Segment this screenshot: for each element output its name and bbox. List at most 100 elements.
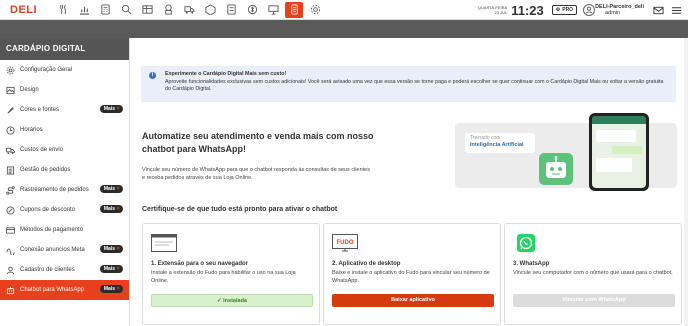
box-icon[interactable] xyxy=(201,2,219,18)
mais-badge: Mais xyxy=(99,245,123,253)
mail-icon[interactable] xyxy=(652,4,664,16)
sidebar-item-chatbot-para-whatsapp[interactable]: Chatbot para WhatsApp Mais xyxy=(0,280,129,300)
step-desc: Baixe e instale o aplicativo do Fudo par… xyxy=(332,270,490,284)
step-card-whatsapp: 3. WhatsApp Vincule seu computador com o… xyxy=(504,223,682,325)
step-title: 2. Aplicativo de desktop xyxy=(332,261,401,267)
money-icon[interactable] xyxy=(222,2,240,18)
step-card-desktop-app: FUDO 2. Aplicativo de desktop Baixe e in… xyxy=(323,223,501,325)
card-icon xyxy=(6,226,15,235)
installed-button[interactable]: ✓ Instalada xyxy=(151,294,313,307)
sidebar-item-conexao-anuncios-meta[interactable]: Conexão anuncios Meta Mais xyxy=(0,240,129,260)
hamburger-menu-icon[interactable] xyxy=(670,4,682,16)
sidebar-item-rastreamento-de-pedidos[interactable]: Rastreamento de pedidos Mais xyxy=(0,180,129,200)
download-app-button[interactable]: Baixar aplicativo xyxy=(332,294,494,307)
cashier-icon[interactable] xyxy=(96,2,114,18)
utensils-icon[interactable] xyxy=(54,2,72,18)
browser-extension-icon xyxy=(151,234,177,252)
whatsapp-icon xyxy=(513,234,539,252)
step-desc: Instale a extensão do Fudo para habilita… xyxy=(151,270,296,284)
main-content: i Experimente o Cardápio Digital Mais se… xyxy=(131,38,688,326)
sidebar-item-label: Cadastro de clientes xyxy=(20,267,75,273)
pro-badge[interactable]: ⚙ PRO xyxy=(551,5,578,15)
step-title: 3. WhatsApp xyxy=(513,261,550,267)
info-icon: i xyxy=(149,72,156,79)
link-whatsapp-button[interactable]: Vincular com WhatsApp xyxy=(513,294,675,307)
sidebar-item-label: Chatbot para WhatsApp xyxy=(20,287,85,293)
step-card-extension: 1. Extensão para o seu navegador Instale… xyxy=(142,223,320,325)
sidebar-item-metodos-de-pagamento[interactable]: Métodos de pagamento xyxy=(0,220,129,240)
sidebar-item-label: Métodos de pagamento xyxy=(20,227,84,233)
svg-text:FUDO: FUDO xyxy=(337,240,354,246)
percent-icon xyxy=(6,205,15,215)
sidebar-item-label: Cupons de desconto xyxy=(20,207,76,213)
gear-small-icon: ⚙ xyxy=(555,7,561,13)
sidebar-item-label: Rastreamento de pedidos xyxy=(20,187,89,193)
user-icon xyxy=(6,266,15,275)
table-icon[interactable] xyxy=(138,2,156,18)
sidebar-item-cadastro-de-clientes[interactable]: Cadastro de clientes Mais xyxy=(0,260,129,280)
sidebar-item-label: Gestão de pedidos xyxy=(20,167,71,173)
notice-body: Aproveite funcionalidades exclusivas sem… xyxy=(165,78,664,93)
qr-menu-icon[interactable] xyxy=(285,1,303,18)
step-desc: Vincule seu computador com o número que … xyxy=(513,270,673,276)
sidebar-item-label: Custos de envio xyxy=(20,147,64,153)
sparkle-icon xyxy=(116,266,120,272)
sparkle-icon xyxy=(116,186,120,192)
mais-badge: Mais xyxy=(99,205,123,213)
sidebar-item-cores-e-fontes[interactable]: Cores e fontes Mais xyxy=(0,100,129,120)
clock-icon xyxy=(6,125,15,135)
page-scrollbar[interactable] xyxy=(684,38,688,326)
sidebar-item-configuracao-geral[interactable]: Configuração Geral xyxy=(0,60,129,80)
sidebar-item-label: Configuração Geral xyxy=(20,67,73,73)
phone-chat-illustration xyxy=(589,113,649,191)
checklist-title: Certifique-se de que tudo está pronto pa… xyxy=(142,206,338,213)
search-icon[interactable] xyxy=(117,2,135,18)
deli-logo[interactable]: DELI xyxy=(10,4,44,16)
sparkle-icon xyxy=(116,206,120,212)
meta-icon xyxy=(6,246,15,255)
mais-badge: Mais xyxy=(99,105,123,113)
hero-title: Automatize seu atendimento e venda mais … xyxy=(142,131,374,154)
sparkle-icon xyxy=(116,106,120,112)
clock-time: 11:23 xyxy=(511,2,544,18)
route-icon xyxy=(6,185,15,195)
sparkle-icon xyxy=(116,246,120,252)
user-avatar-icon[interactable] xyxy=(583,4,596,16)
date-display: QUARTA-FEIRA 23 JUL xyxy=(477,5,508,15)
chart-icon[interactable] xyxy=(75,2,93,18)
top-toolbar: DELI QUARTA-FEIRA 23 JUL 11:23 ⚙ PRO DEL… xyxy=(0,0,688,20)
sidebar-item-design[interactable]: Design xyxy=(0,80,129,100)
sidebar-item-label: Design xyxy=(20,87,39,93)
robot-icon xyxy=(539,153,573,185)
mais-badge: Mais xyxy=(99,185,123,193)
hero-text: Vincule seu número de WhatsApp para que … xyxy=(142,167,370,181)
trial-notice: i Experimente o Cardápio Digital Mais se… xyxy=(141,66,676,102)
ai-promo-illustration: Treinado com Inteligência Artificial xyxy=(455,113,677,191)
mais-badge: Mais xyxy=(99,265,123,273)
step-title: 1. Extensão para o seu navegador xyxy=(151,261,249,267)
ai-bubble: Treinado com Inteligência Artificial xyxy=(465,133,535,153)
truck-icon xyxy=(6,146,15,155)
sidebar-title: CARDÁPIO DIGITAL xyxy=(0,38,129,60)
sidebar-item-horarios[interactable]: Horários xyxy=(0,120,129,140)
list-icon xyxy=(6,165,15,175)
gear-icon xyxy=(6,66,15,75)
chef-icon[interactable] xyxy=(159,2,177,18)
toolbar-icons xyxy=(54,1,327,18)
notice-title: Experimente o Cardápio Digital Mais sem … xyxy=(165,71,287,77)
delivery-truck-icon[interactable] xyxy=(180,2,198,18)
sidebar-item-label: Horários xyxy=(20,127,43,133)
robot-icon xyxy=(6,286,15,295)
monitor-icon[interactable] xyxy=(264,2,282,18)
user-menu[interactable]: DELI-Parceiro_deli admin xyxy=(595,4,644,16)
sidebar-item-custos-de-envio[interactable]: Custos de envio xyxy=(0,140,129,160)
gear-icon[interactable] xyxy=(306,2,324,18)
brush-icon xyxy=(6,106,15,115)
mais-badge: Mais xyxy=(99,285,123,293)
sidebar-item-gestao-de-pedidos[interactable]: Gestão de pedidos xyxy=(0,160,129,180)
sidebar-item-label: Conexão anuncios Meta xyxy=(20,247,85,253)
coin-icon[interactable] xyxy=(243,2,261,18)
sidebar: CARDÁPIO DIGITAL Configuração Geral Desig… xyxy=(0,38,130,326)
sidebar-item-label: Cores e fontes xyxy=(20,107,60,113)
sidebar-item-cupons-de-desconto[interactable]: Cupons de desconto Mais xyxy=(0,200,129,220)
